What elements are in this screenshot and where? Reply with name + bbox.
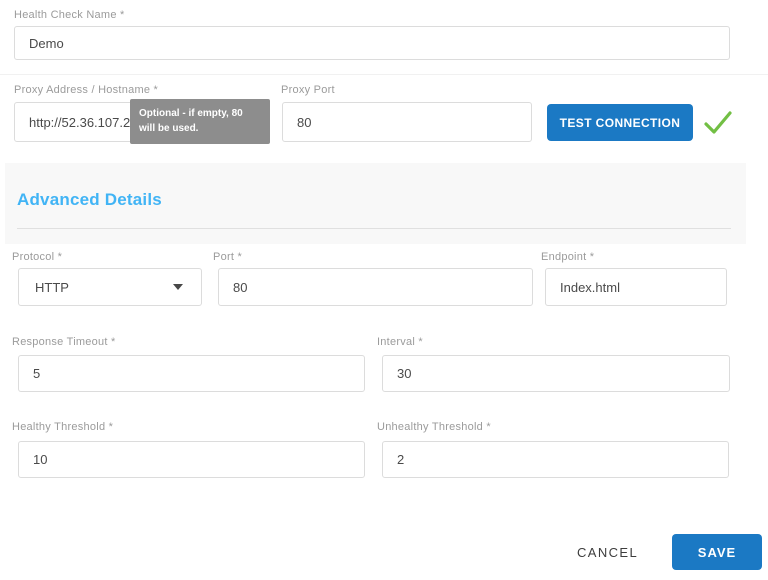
healthy-threshold-label: Healthy Threshold *	[12, 421, 113, 433]
response-timeout-label: Response Timeout *	[12, 336, 116, 348]
advanced-details-heading: Advanced Details	[17, 190, 162, 210]
unhealthy-threshold-input[interactable]	[382, 441, 729, 478]
interval-input[interactable]	[382, 355, 730, 392]
cancel-button[interactable]: CANCEL	[565, 536, 650, 569]
test-connection-button[interactable]: TEST CONNECTION	[547, 104, 693, 141]
endpoint-input[interactable]	[545, 268, 727, 306]
health-check-form: Health Check Name * Proxy Address / Host…	[0, 0, 768, 580]
proxy-port-tooltip: Optional - if empty, 80 will be used.	[130, 99, 270, 144]
endpoint-label: Endpoint *	[541, 251, 594, 263]
port-label: Port *	[213, 251, 242, 263]
unhealthy-threshold-label: Unhealthy Threshold *	[377, 421, 491, 433]
save-button[interactable]: SAVE	[672, 534, 762, 570]
chevron-down-icon	[173, 284, 183, 290]
response-timeout-input[interactable]	[18, 355, 365, 392]
advanced-details-divider	[17, 228, 731, 229]
healthy-threshold-input[interactable]	[18, 441, 365, 478]
protocol-dropdown[interactable]: HTTP	[18, 268, 202, 306]
proxy-address-label: Proxy Address / Hostname *	[14, 84, 158, 96]
health-check-name-label: Health Check Name *	[14, 9, 125, 21]
section-divider	[0, 74, 768, 75]
proxy-port-input[interactable]	[282, 102, 532, 142]
protocol-label: Protocol *	[12, 251, 62, 263]
port-input[interactable]	[218, 268, 533, 306]
check-icon	[702, 109, 734, 137]
interval-label: Interval *	[377, 336, 423, 348]
protocol-selected-value: HTTP	[35, 280, 69, 295]
health-check-name-input[interactable]	[14, 26, 730, 60]
proxy-port-label: Proxy Port	[281, 84, 335, 96]
